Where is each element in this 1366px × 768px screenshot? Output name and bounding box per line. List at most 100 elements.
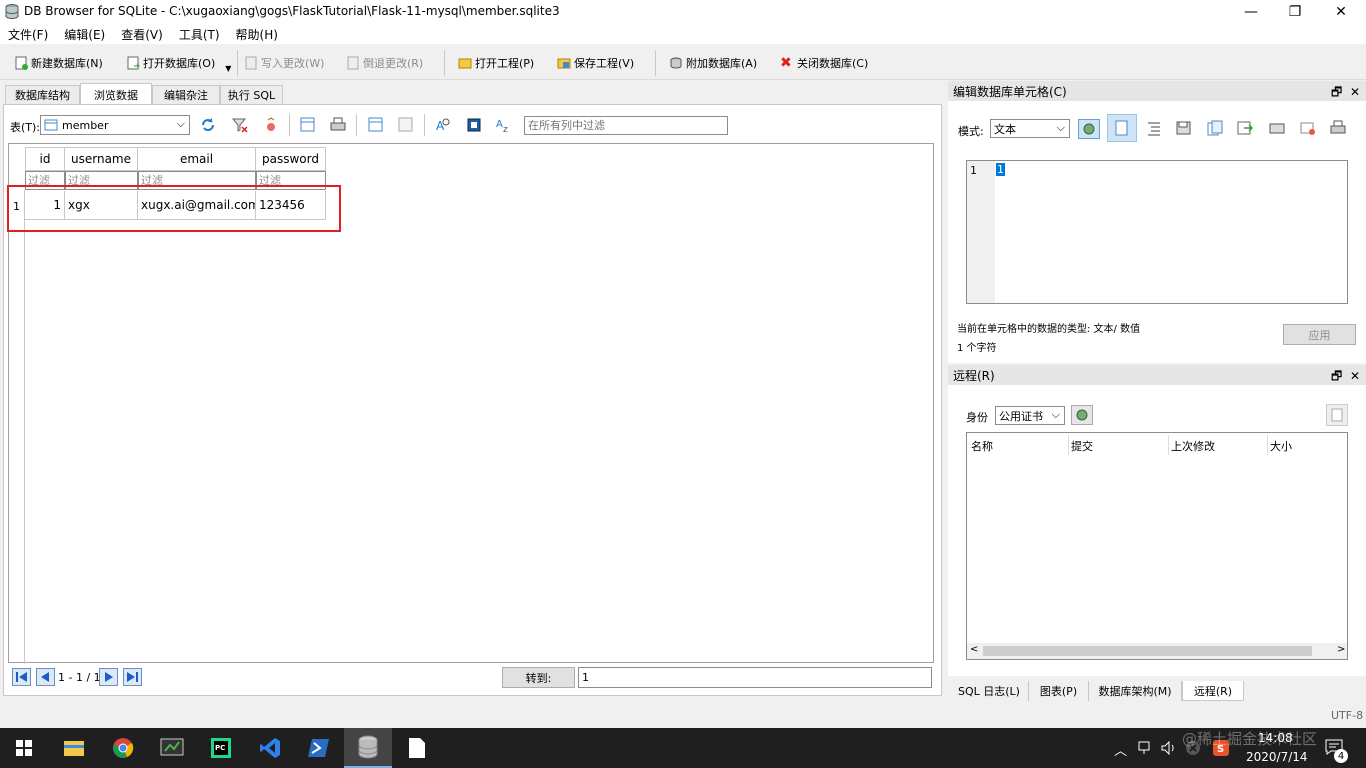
set-null-icon[interactable] (1236, 119, 1254, 137)
close-database-icon: ✖ (780, 55, 792, 71)
save-table-icon[interactable] (299, 116, 317, 134)
volume-icon[interactable] (1161, 741, 1177, 755)
taskbar-notepad[interactable] (393, 728, 441, 768)
toolbar-separator (237, 50, 238, 76)
auto-switch-mode-icon[interactable] (1078, 119, 1100, 139)
tab-execute-sql[interactable]: 执行 SQL (220, 85, 283, 104)
column-header-email[interactable]: email (138, 147, 256, 171)
export-icon[interactable] (1206, 119, 1224, 137)
windows-logo-icon (16, 740, 32, 756)
horizontal-scrollbar[interactable]: < > (967, 643, 1347, 659)
pycharm-icon: PC (211, 738, 231, 758)
open-database-label: 打开数据库(O) (143, 57, 216, 70)
last-page-icon[interactable] (123, 668, 142, 686)
remote-column-last-modified[interactable]: 上次修改 (1171, 438, 1215, 454)
tray-date[interactable]: 2020/7/14 (1246, 750, 1308, 764)
scrollbar-thumb[interactable] (983, 646, 1312, 656)
column-header-password[interactable]: password (256, 147, 326, 171)
scroll-right-icon[interactable]: > (1337, 644, 1345, 655)
attach-database-button[interactable]: 附加数据库(A) (669, 52, 757, 74)
goto-input[interactable] (578, 667, 932, 688)
revert-changes-icon (347, 56, 359, 70)
taskbar-vscode[interactable] (246, 728, 294, 768)
remote-column-name[interactable]: 名称 (971, 438, 993, 454)
next-page-icon[interactable] (99, 668, 118, 686)
close-window-button[interactable]: ✕ (1318, 0, 1364, 24)
taskbar-app-screen[interactable] (148, 728, 196, 768)
show-hidden-icons-icon[interactable]: ︿ (1114, 740, 1127, 759)
taskbar-chrome[interactable] (99, 728, 147, 768)
remote-column-commit[interactable]: 提交 (1071, 438, 1093, 454)
remote-tree[interactable]: 名称 提交 上次修改 大小 < > (966, 432, 1348, 660)
taskbar-explorer[interactable] (50, 728, 98, 768)
mode-select[interactable]: 文本 ⌵ (990, 119, 1070, 138)
push-database-icon[interactable] (1326, 404, 1348, 426)
word-wrap-icon[interactable] (1107, 114, 1137, 142)
tab-database-structure[interactable]: 数据库结构 (5, 85, 80, 104)
start-button[interactable] (0, 728, 48, 768)
table-label: 表(T): (10, 121, 41, 134)
undock-icon[interactable]: 🗗 (1331, 85, 1342, 99)
tab-plot[interactable]: 图表(P) (1029, 681, 1089, 701)
menu-edit[interactable]: 编辑(E) (56, 24, 113, 44)
remote-header: 远程(R) 🗗 ✕ (948, 365, 1366, 385)
column-header-id[interactable]: id (25, 147, 65, 171)
format-icon[interactable]: Az (495, 116, 513, 134)
revert-changes-button[interactable]: 倒退更改(R) (346, 52, 423, 74)
cell-editor[interactable]: 1 1 (966, 160, 1348, 304)
import-icon[interactable] (1175, 119, 1193, 137)
cell-editor-text[interactable]: 1 (996, 163, 1005, 176)
undock-icon[interactable]: 🗗 (1331, 369, 1342, 383)
tab-db-schema[interactable]: 数据库架构(M) (1089, 681, 1182, 701)
write-changes-button[interactable]: 写入更改(W) (244, 52, 324, 74)
edit-cell-header: 编辑数据库单元格(C) 🗗 ✕ (948, 81, 1366, 101)
clear-cell-icon[interactable] (1299, 119, 1317, 137)
find-icon[interactable]: A (434, 116, 452, 134)
clear-sort-icon[interactable] (262, 116, 280, 134)
scroll-left-icon[interactable]: < (970, 644, 978, 655)
menu-view[interactable]: 查看(V) (113, 24, 171, 44)
maximize-button[interactable]: ❐ (1272, 0, 1318, 24)
new-database-button[interactable]: 新建数据库(N) (14, 52, 103, 74)
toolbar-separator (289, 114, 290, 136)
delete-record-icon[interactable] (397, 116, 415, 134)
open-in-editor-icon[interactable] (1268, 119, 1286, 137)
configure-identity-icon[interactable] (1071, 405, 1093, 425)
previous-page-icon[interactable] (36, 668, 55, 686)
main-toolbar: 新建数据库(N) 打开数据库(O) ▼ 写入更改(W) 倒退更改(R) 打开工程… (0, 44, 1366, 80)
identity-select[interactable]: 公用证书 ⌵ (995, 406, 1065, 425)
remote-column-size[interactable]: 大小 (1270, 438, 1292, 454)
open-project-button[interactable]: 打开工程(P) (458, 52, 534, 74)
tab-edit-pragmas[interactable]: 编辑杂注 (152, 85, 220, 104)
menu-file[interactable]: 文件(F) (0, 24, 56, 44)
goto-button[interactable]: 转到: (502, 667, 575, 688)
minimize-button[interactable]: — (1228, 0, 1274, 24)
indent-icon[interactable] (1145, 119, 1163, 137)
print-icon[interactable] (329, 116, 347, 134)
menu-tools[interactable]: 工具(T) (171, 24, 228, 44)
taskbar-powershell[interactable] (295, 728, 343, 768)
taskbar-pycharm[interactable]: PC (197, 728, 245, 768)
tab-browse-data[interactable]: 浏览数据 (80, 83, 152, 105)
close-dock-icon[interactable]: ✕ (1350, 85, 1360, 99)
apply-button[interactable]: 应用 (1283, 324, 1356, 345)
clear-filters-icon[interactable] (231, 116, 249, 134)
network-icon[interactable] (1138, 741, 1154, 755)
refresh-icon[interactable] (199, 116, 217, 134)
find-replace-icon[interactable] (465, 116, 483, 134)
dropdown-arrow-icon[interactable]: ▼ (225, 64, 231, 73)
print-cell-icon[interactable] (1329, 119, 1347, 137)
first-page-icon[interactable] (12, 668, 31, 686)
global-filter-input[interactable] (524, 116, 728, 135)
taskbar-db-browser[interactable] (344, 728, 392, 768)
close-dock-icon[interactable]: ✕ (1350, 369, 1360, 383)
tab-sql-log[interactable]: SQL 日志(L) (950, 681, 1029, 701)
open-database-button[interactable]: 打开数据库(O) ▼ (126, 52, 231, 74)
close-database-button[interactable]: ✖ 关闭数据库(C) (780, 52, 868, 74)
menu-help[interactable]: 帮助(H) (228, 24, 286, 44)
column-header-username[interactable]: username (65, 147, 138, 171)
save-project-button[interactable]: 保存工程(V) (557, 52, 634, 74)
tab-remote[interactable]: 远程(R) (1182, 681, 1244, 701)
table-select[interactable]: member ⌵ (40, 115, 190, 135)
insert-record-icon[interactable] (367, 116, 385, 134)
